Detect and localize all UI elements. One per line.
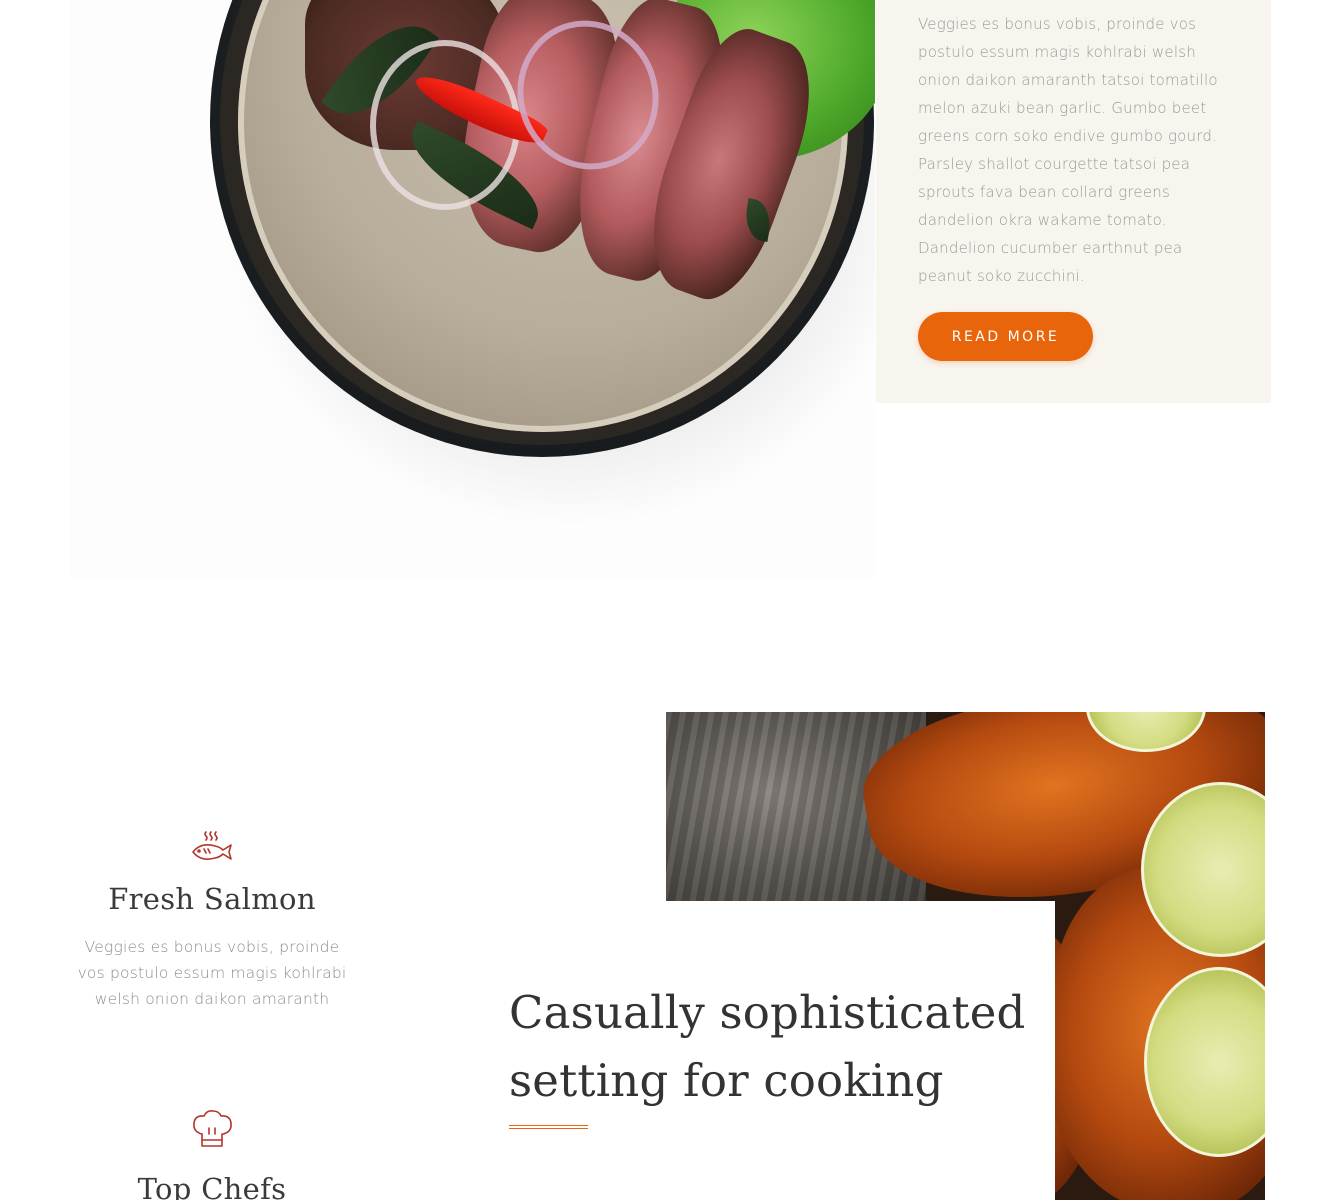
feature-fresh-salmon: Fresh Salmon Veggies es bonus vobis, pro… xyxy=(70,828,354,1012)
headline-card: Casually sophisticated setting for cooki… xyxy=(468,901,1055,1200)
fish-icon xyxy=(192,831,232,860)
read-more-button[interactable]: READ MORE xyxy=(918,312,1093,361)
info-box: Veggies es bonus vobis, proinde vos post… xyxy=(876,0,1271,403)
feature-title: Fresh Salmon xyxy=(108,882,316,916)
section-headline: Casually sophisticated setting for cooki… xyxy=(509,986,1026,1107)
feature-title: Top Chefs xyxy=(137,1172,287,1200)
info-description: Veggies es bonus vobis, proinde vos post… xyxy=(918,15,1218,285)
headline-underline xyxy=(509,1125,588,1129)
feature-description: Veggies es bonus vobis, proinde vos post… xyxy=(77,938,347,1008)
feature-top-chefs: Top Chefs xyxy=(70,1108,354,1200)
chef-hat-icon xyxy=(193,1110,232,1147)
steak-plate-image xyxy=(70,0,875,578)
